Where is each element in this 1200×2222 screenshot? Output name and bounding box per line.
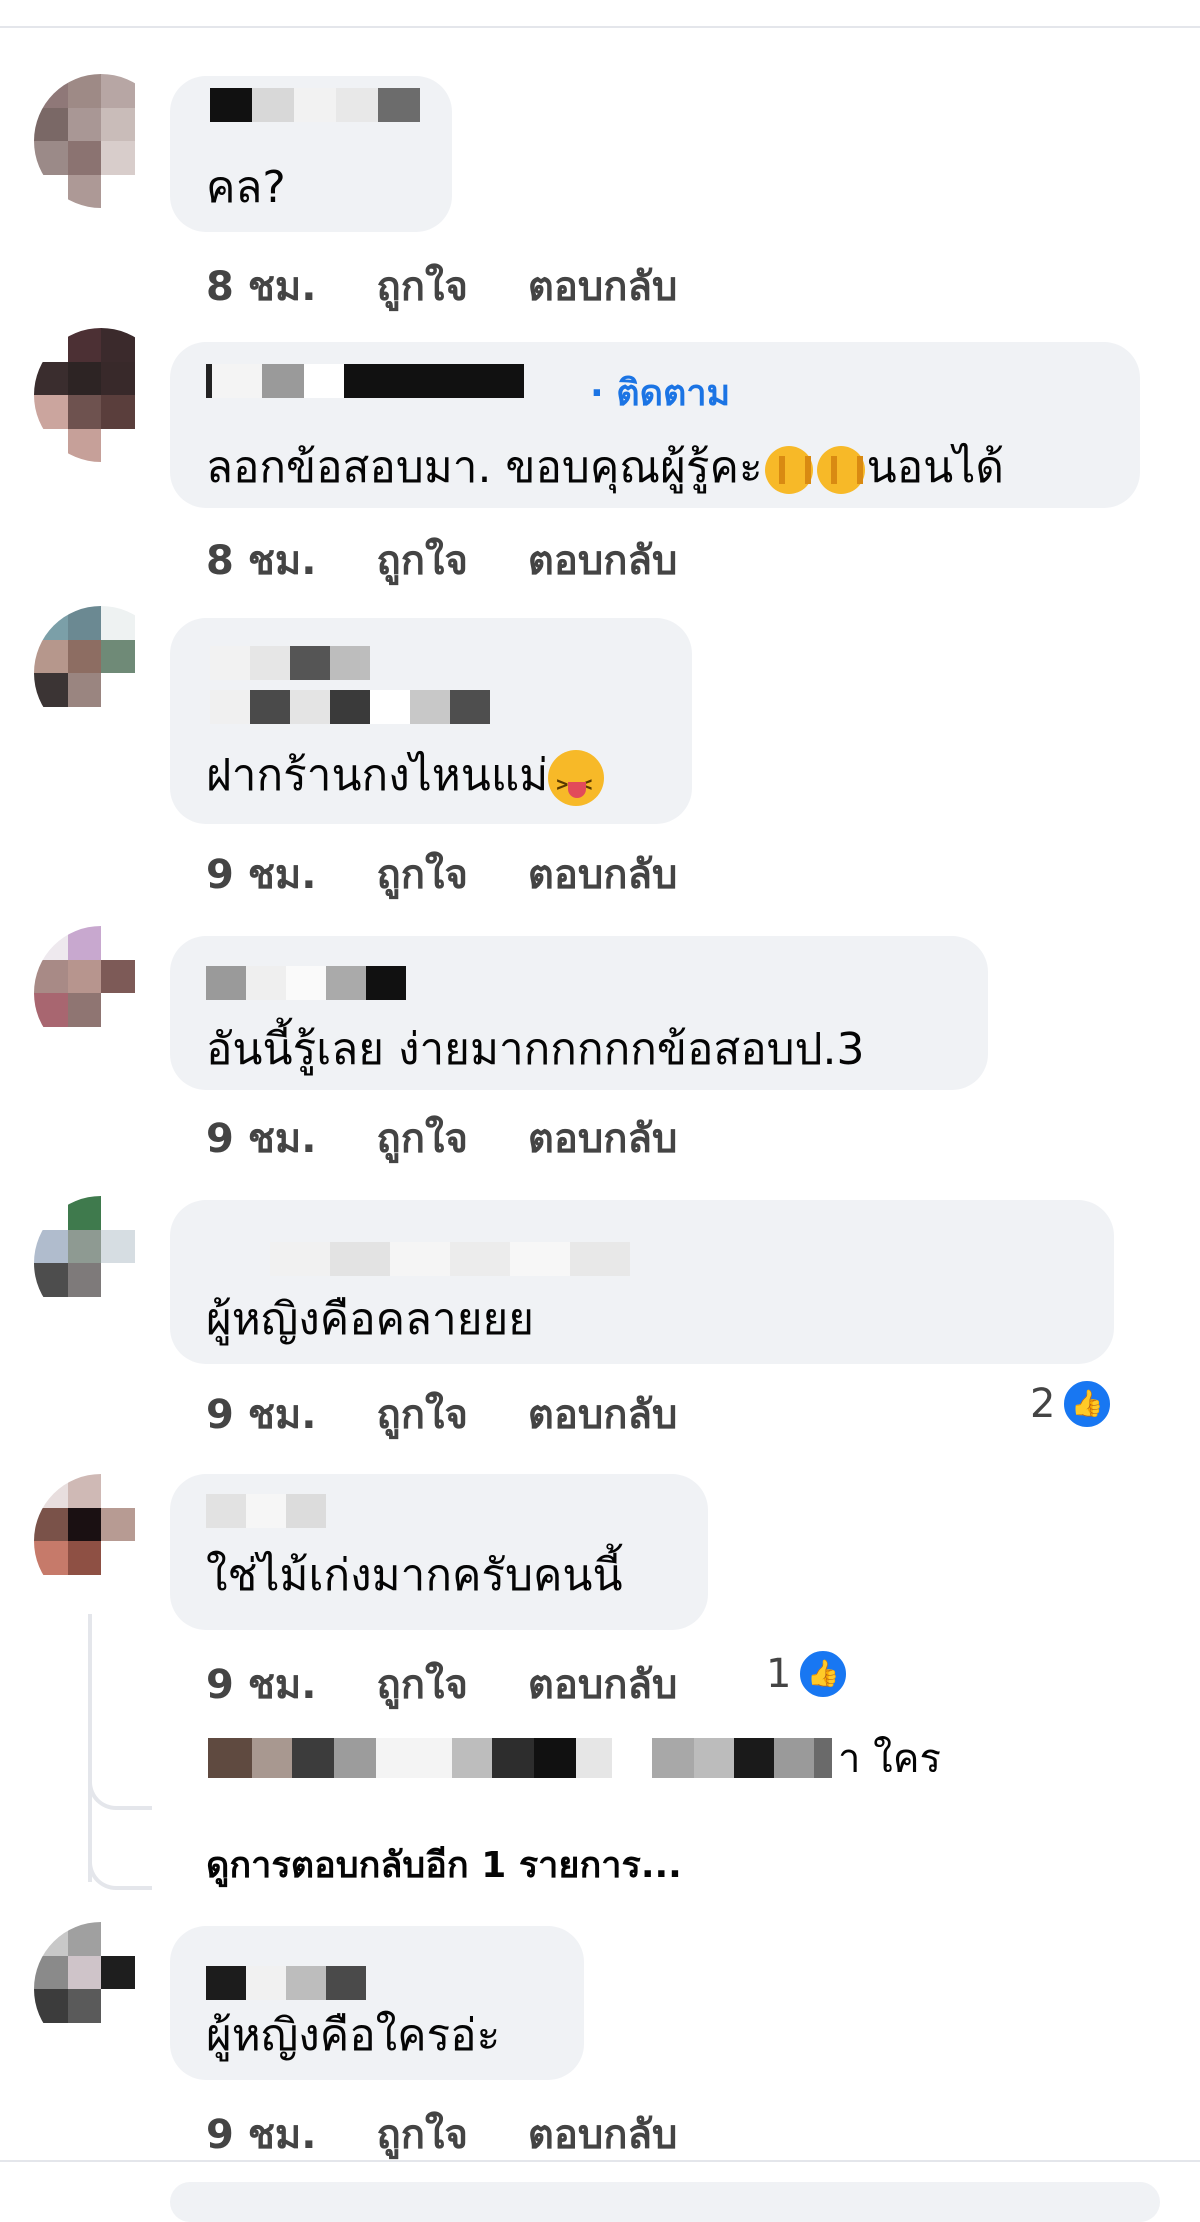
like-link[interactable]: ถูกใจ (376, 528, 467, 592)
comment-text-tail: นอนได้ (866, 442, 1004, 493)
comment-text-main: ฝากร้านกงไหนแม่ (206, 750, 549, 801)
comment-bubble: · ติดตาม ลอกข้อสอบมา. ขอบคุณผู้รู้คะ นอนไ… (170, 342, 1140, 508)
love-you-hand-emoji-icon (816, 446, 865, 494)
like-link[interactable]: ถูกใจ (376, 1652, 467, 1716)
comment-actions: 9 ชม. ถูกใจ ตอบกลับ (206, 1106, 677, 1170)
thread-line (88, 1614, 92, 1882)
like-link[interactable]: ถูกใจ (376, 1106, 467, 1170)
reply-avatar (208, 1738, 252, 1778)
follow-link[interactable]: · ติดตาม (590, 364, 730, 421)
like-link[interactable]: ถูกใจ (376, 254, 467, 318)
thread-connector (88, 1774, 152, 1810)
reply-preview-text: า ใคร (838, 1736, 941, 1782)
next-comment-bubble (170, 2182, 1160, 2222)
reaction-summary[interactable]: 2 👍 (1030, 1378, 1114, 1430)
comment-actions: 8 ชม. ถูกใจ ตอบกลับ (206, 254, 677, 318)
reply-link[interactable]: ตอบกลับ (528, 842, 678, 906)
reply-link[interactable]: ตอบกลับ (528, 254, 678, 318)
author-name-redacted[interactable] (210, 646, 370, 680)
timestamp[interactable]: 9 ชม. (206, 1382, 316, 1446)
like-thumb-icon: 👍 (797, 1648, 850, 1700)
comment-bubble: ผู้หญิงคือคลายยย (170, 1200, 1114, 1364)
avatar[interactable] (34, 74, 168, 208)
avatar[interactable] (34, 1196, 168, 1330)
reply-link[interactable]: ตอบกลับ (528, 528, 678, 592)
reply-preview[interactable]: า ใคร (208, 1728, 941, 1788)
comment-text: ผู้หญิงคือคลายยย (206, 1294, 535, 1345)
like-link[interactable]: ถูกใจ (376, 1382, 467, 1446)
comment-text: ลอกข้อสอบมา. ขอบคุณผู้รู้คะ นอนได้ (206, 440, 1004, 496)
comment-bubble: ใช่ไม้เก่งมากครับคนนี้ (170, 1474, 708, 1630)
timestamp[interactable]: 8 ชม. (206, 254, 316, 318)
thread-connector (88, 1854, 152, 1890)
author-name-redacted (210, 690, 490, 724)
timestamp[interactable]: 9 ชม. (206, 1652, 316, 1716)
reply-link[interactable]: ตอบกลับ (528, 1106, 678, 1170)
avatar[interactable] (34, 606, 168, 740)
comment-text: ผู้หญิงคือใครอ่ะ (206, 2010, 501, 2061)
comment-bubble: คล? (170, 76, 452, 232)
avatar[interactable] (34, 1922, 168, 2056)
comment-text-main: ลอกข้อสอบมา. ขอบคุณผู้รู้คะ (206, 442, 763, 493)
author-name-redacted[interactable] (206, 1966, 366, 2000)
like-link[interactable]: ถูกใจ (376, 842, 467, 906)
view-more-replies-link[interactable]: ดูการตอบกลับอีก 1 รายการ... (206, 1836, 682, 1893)
comment-actions: 9 ชม. ถูกใจ ตอบกลับ (206, 1382, 677, 1446)
bottom-divider (0, 2160, 1200, 2162)
comment-actions: 8 ชม. ถูกใจ ตอบกลับ (206, 528, 677, 592)
author-name-redacted[interactable] (206, 1494, 326, 1528)
reaction-count: 2 (1030, 1381, 1056, 1427)
like-thumb-icon: 👍 (1061, 1378, 1114, 1430)
comment-bubble: อันนี้รู้เลย ง่ายมากกกกกข้อสอบป.3 (170, 936, 988, 1090)
top-divider (0, 26, 1200, 28)
author-name-redacted[interactable] (206, 966, 406, 1000)
author-name-redacted[interactable] (206, 364, 524, 398)
avatar[interactable] (34, 1474, 168, 1608)
reaction-summary[interactable]: 1 👍 (766, 1648, 850, 1700)
timestamp[interactable]: 9 ชม. (206, 1106, 316, 1170)
author-name-redacted[interactable] (270, 1242, 630, 1276)
like-link[interactable]: ถูกใจ (376, 2102, 467, 2166)
comment-actions: 9 ชม. ถูกใจ ตอบกลับ (206, 1652, 677, 1716)
comment-actions: 9 ชม. ถูกใจ ตอบกลับ (206, 2102, 677, 2166)
reply-link[interactable]: ตอบกลับ (528, 2102, 678, 2166)
squinting-tongue-emoji-icon (548, 750, 605, 812)
love-you-hand-emoji-icon (764, 446, 813, 494)
comment-text: คล? (206, 162, 286, 213)
avatar[interactable] (34, 328, 168, 462)
reply-link[interactable]: ตอบกลับ (528, 1652, 678, 1716)
timestamp[interactable]: 8 ชม. (206, 528, 316, 592)
comment-actions: 9 ชม. ถูกใจ ตอบกลับ (206, 842, 677, 906)
comment-text: อันนี้รู้เลย ง่ายมากกกกกข้อสอบป.3 (206, 1024, 865, 1075)
timestamp[interactable]: 9 ชม. (206, 2102, 316, 2166)
reaction-count: 1 (766, 1651, 792, 1697)
comment-bubble: ผู้หญิงคือใครอ่ะ (170, 1926, 584, 2080)
reply-link[interactable]: ตอบกลับ (528, 1382, 678, 1446)
author-name-redacted[interactable] (210, 88, 420, 122)
comment-bubble: ฝากร้านกงไหนแม่ (170, 618, 692, 824)
comment-text: ใช่ไม้เก่งมากครับคนนี้ (206, 1550, 623, 1601)
avatar[interactable] (34, 926, 168, 1060)
comment-text: ฝากร้านกงไหนแม่ (206, 748, 605, 812)
timestamp[interactable]: 9 ชม. (206, 842, 316, 906)
